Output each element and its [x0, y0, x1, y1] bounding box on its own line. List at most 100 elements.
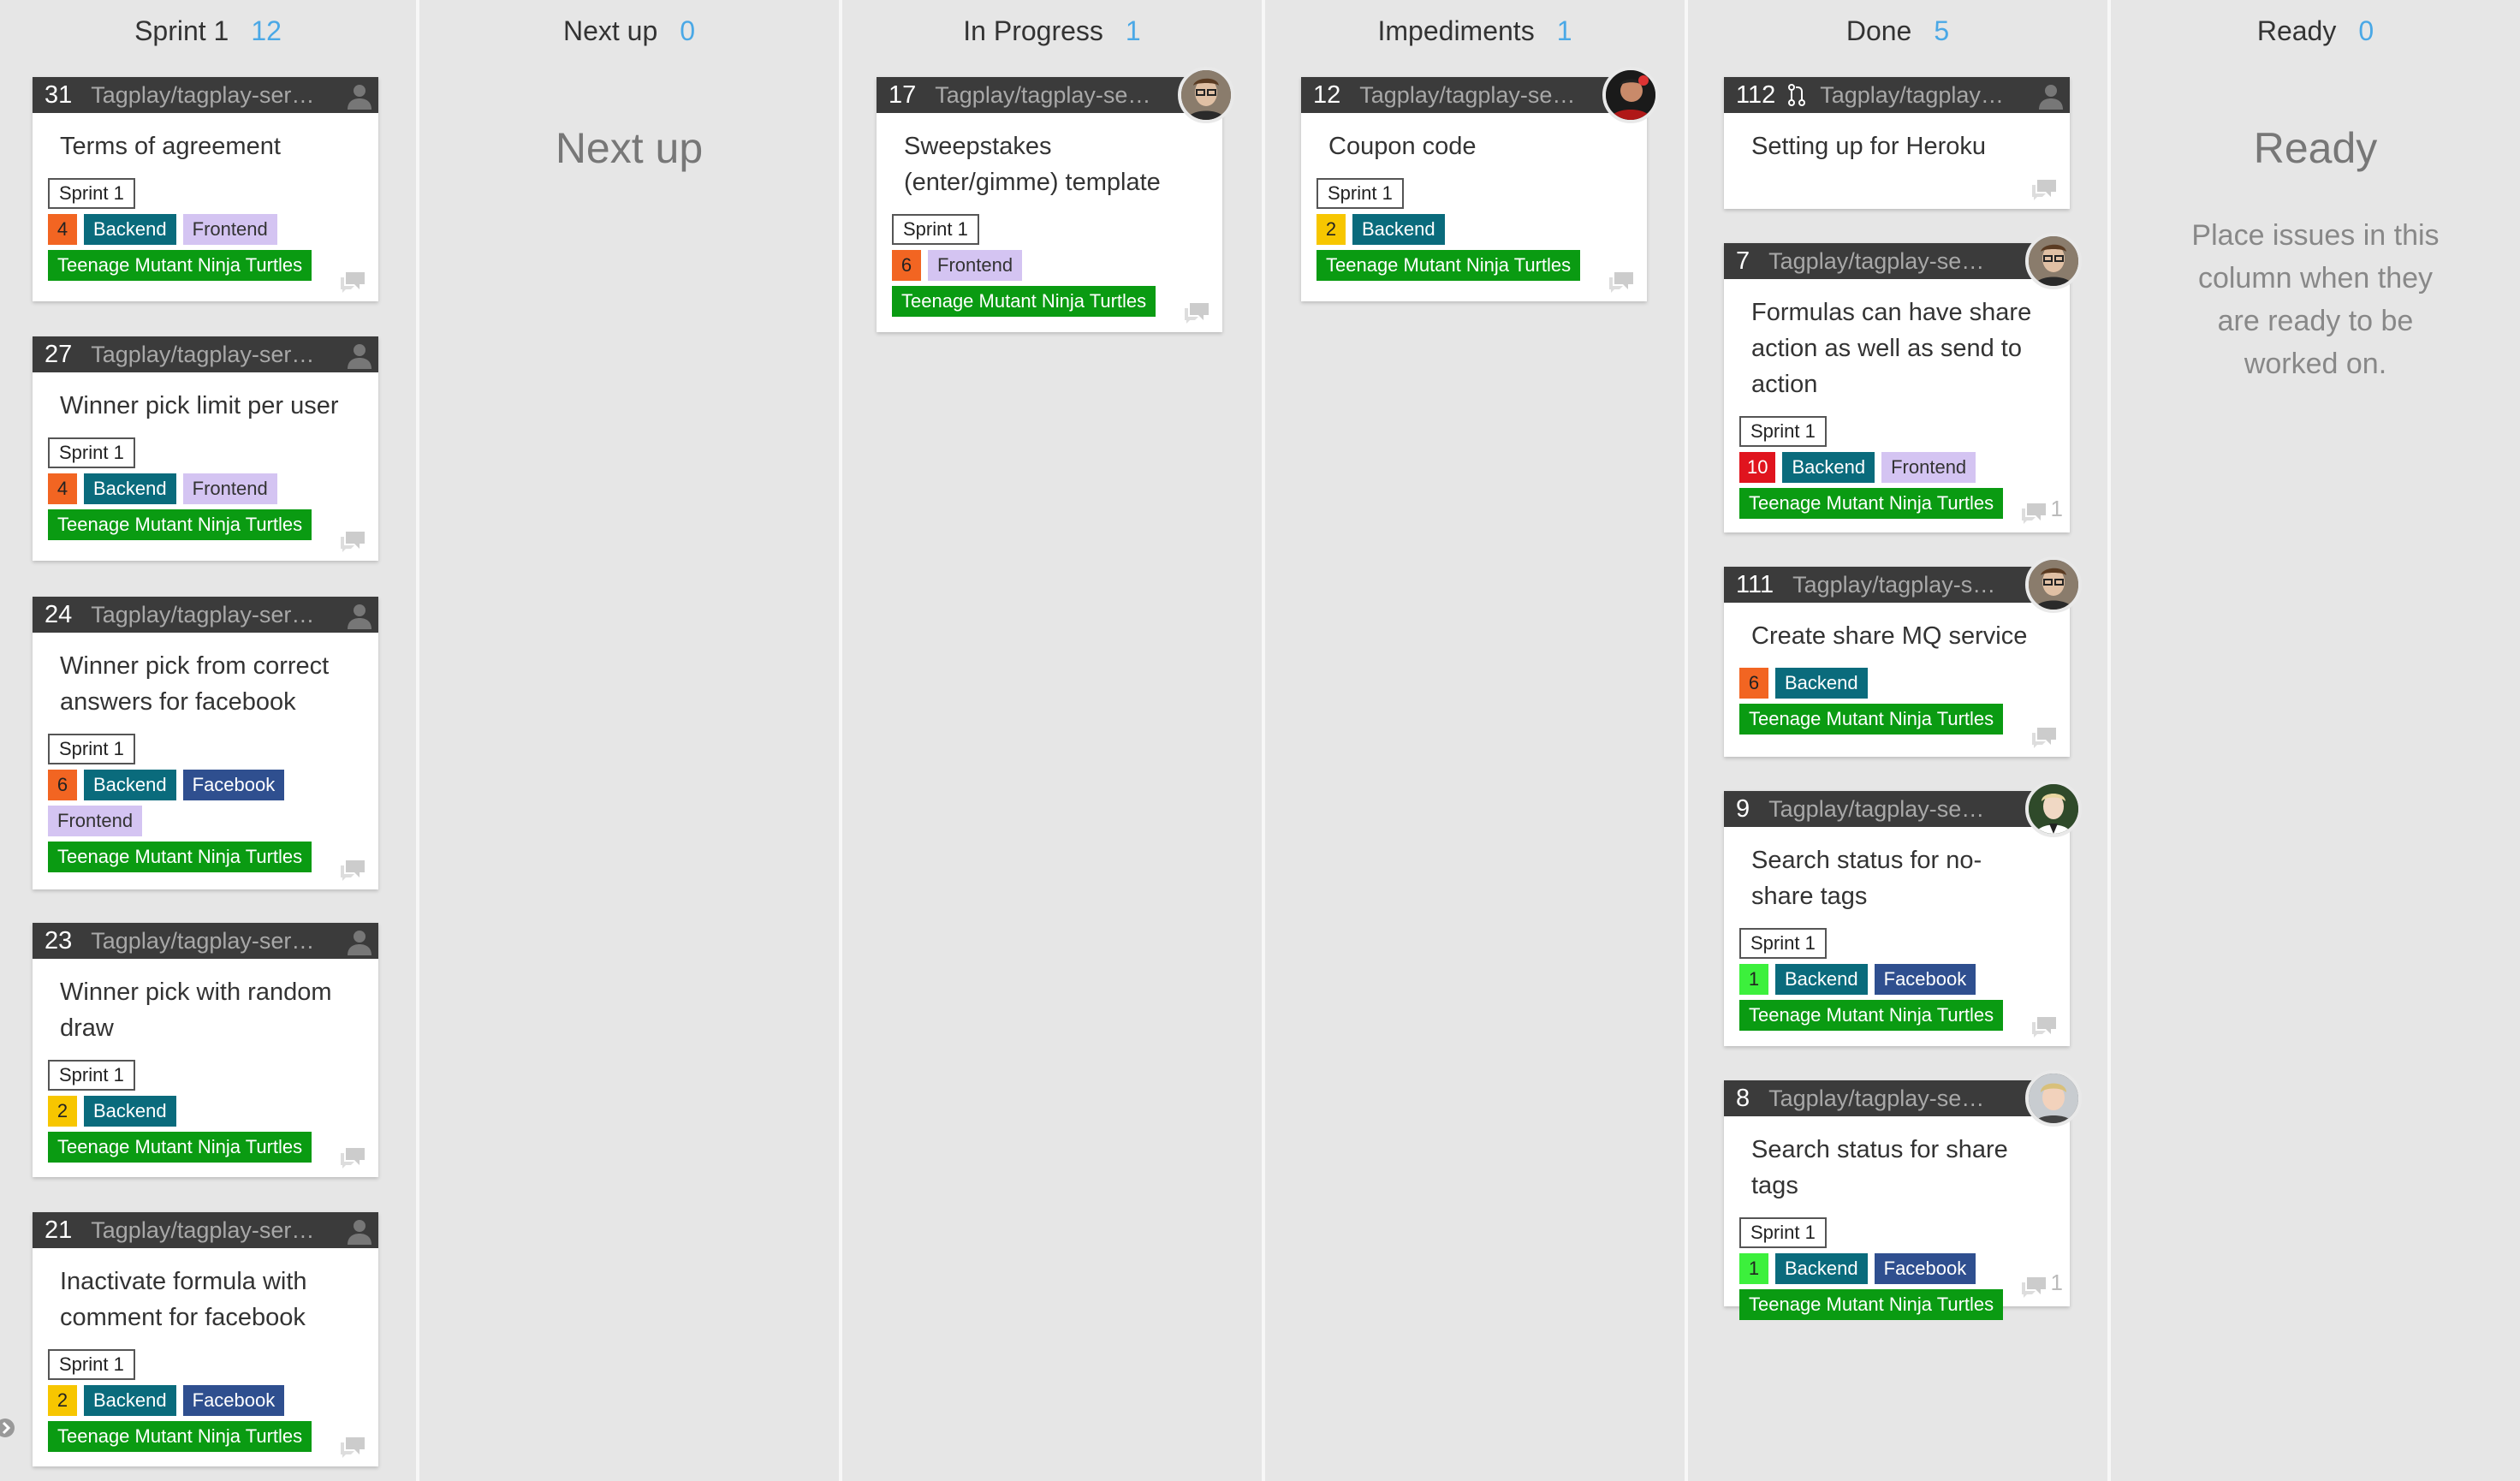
milestone-label[interactable]: Teenage Mutant Ninja Turtles — [48, 1132, 312, 1163]
milestone-label[interactable]: Teenage Mutant Ninja Turtles — [1739, 488, 2004, 519]
issue-card[interactable]: 7 Tagplay/tagplay-service Formulas can h… — [1724, 233, 2082, 532]
issue-number[interactable]: 12 — [1313, 81, 1340, 110]
assignee-avatar[interactable] — [2025, 233, 2082, 289]
backend-label[interactable]: Backend — [84, 1096, 176, 1127]
comments-icon[interactable] — [1608, 271, 1635, 293]
issue-number[interactable]: 7 — [1736, 247, 1750, 276]
chevron-right-icon[interactable] — [0, 1418, 15, 1438]
comments-icon[interactable] — [1183, 301, 1210, 324]
milestone-label[interactable]: Teenage Mutant Ninja Turtles — [1316, 250, 1581, 281]
issue-number[interactable]: 9 — [1736, 795, 1750, 824]
estimate-label[interactable]: 4 — [48, 473, 77, 504]
sprint-label[interactable]: Sprint 1 — [1739, 416, 1827, 447]
facebook-label[interactable]: Facebook — [182, 770, 285, 800]
issue-title[interactable]: Sweepstakes (enter/gimme) template — [904, 128, 1186, 200]
milestone-label[interactable]: Teenage Mutant Ninja Turtles — [892, 286, 1156, 317]
estimate-label[interactable]: 1 — [1739, 1253, 1768, 1284]
issue-number[interactable]: 24 — [45, 601, 72, 629]
issue-card[interactable]: 27 Tagplay/tagplay-service Winner pick l… — [33, 336, 378, 561]
facebook-label[interactable]: Facebook — [1874, 964, 1976, 995]
unassigned-user-icon[interactable] — [346, 928, 373, 955]
repo-name[interactable]: Tagplay/tagplay-service — [1359, 82, 1582, 109]
issue-title[interactable]: Search status for share tags — [1751, 1132, 2054, 1204]
issue-number[interactable]: 27 — [45, 341, 72, 369]
repo-name[interactable]: Tagplay/tagplay-service — [91, 928, 322, 955]
issue-card[interactable]: 8 Tagplay/tagplay-service Search status … — [1724, 1070, 2082, 1320]
frontend-label[interactable]: Frontend — [48, 806, 143, 836]
unassigned-user-icon[interactable] — [346, 342, 373, 369]
issue-card[interactable]: 12 Tagplay/tagplay-service Coupon code S… — [1301, 67, 1659, 301]
issue-number[interactable]: 31 — [45, 81, 72, 110]
estimate-label[interactable]: 2 — [48, 1385, 77, 1416]
backend-label[interactable]: Backend — [84, 1385, 176, 1416]
comments-icon[interactable] — [339, 1146, 366, 1169]
estimate-label[interactable]: 1 — [1739, 964, 1768, 995]
issue-number[interactable]: 23 — [45, 927, 72, 955]
sprint-label[interactable]: Sprint 1 — [48, 178, 135, 209]
issue-card[interactable]: 17 Tagplay/tagplay-service Sweepstakes (… — [877, 67, 1234, 332]
repo-name[interactable]: Tagplay/tagplay-service — [91, 342, 322, 368]
sprint-label[interactable]: Sprint 1 — [1316, 178, 1404, 209]
frontend-label[interactable]: Frontend — [182, 473, 277, 504]
assignee-avatar[interactable] — [2025, 1070, 2082, 1127]
comments-icon[interactable] — [339, 1436, 366, 1458]
repo-name[interactable]: Tagplay/tagplay-service — [91, 82, 322, 109]
comments-icon[interactable] — [339, 271, 366, 293]
milestone-label[interactable]: Teenage Mutant Ninja Turtles — [1739, 1000, 2004, 1031]
issue-card[interactable]: 31 Tagplay/tagplay-service Terms of agre… — [33, 77, 378, 301]
comments-icon[interactable] — [2030, 726, 2058, 748]
backend-label[interactable]: Backend — [1775, 1253, 1868, 1284]
comments-icon[interactable] — [339, 859, 366, 881]
issue-card[interactable]: 23 Tagplay/tagplay-service Winner pick w… — [33, 923, 378, 1177]
assignee-avatar[interactable] — [2025, 556, 2082, 613]
issue-number[interactable]: 112 — [1736, 81, 1775, 110]
sprint-label[interactable]: Sprint 1 — [48, 437, 135, 468]
backend-label[interactable]: Backend — [84, 770, 176, 800]
sprint-label[interactable]: Sprint 1 — [48, 1349, 135, 1380]
unassigned-user-icon[interactable] — [346, 82, 373, 110]
issue-title[interactable]: Terms of agreement — [60, 128, 363, 164]
milestone-label[interactable]: Teenage Mutant Ninja Turtles — [1739, 1289, 2004, 1320]
milestone-label[interactable]: Teenage Mutant Ninja Turtles — [1739, 704, 2004, 735]
issue-card[interactable]: 9 Tagplay/tagplay-service Search status … — [1724, 781, 2082, 1046]
repo-name[interactable]: Tagplay/tagplay-service — [935, 82, 1157, 109]
repo-name[interactable]: Tagplay/tagplay-service — [91, 602, 322, 628]
issue-card[interactable]: 24 Tagplay/tagplay-service Winner pick f… — [33, 597, 378, 889]
estimate-label[interactable]: 6 — [48, 770, 77, 800]
sprint-label[interactable]: Sprint 1 — [1739, 928, 1827, 959]
issue-number[interactable]: 17 — [889, 81, 916, 110]
issue-title[interactable]: Inactivate formula with comment for face… — [60, 1264, 363, 1335]
sprint-label[interactable]: Sprint 1 — [48, 1060, 135, 1091]
issue-title[interactable]: Setting up for Heroku — [1751, 128, 2054, 164]
issue-number[interactable]: 111 — [1736, 571, 1774, 599]
issue-card[interactable]: 112 Tagplay/tagplay-service Setting up f… — [1724, 77, 2070, 209]
estimate-label[interactable]: 10 — [1739, 452, 1776, 483]
unassigned-user-icon[interactable] — [346, 602, 373, 629]
issue-title[interactable]: Winner pick limit per user — [60, 388, 363, 424]
backend-label[interactable]: Backend — [84, 214, 176, 245]
issue-card[interactable]: 111 Tagplay/tagplay-service Create share… — [1724, 556, 2082, 757]
issue-title[interactable]: Search status for no-share tags — [1751, 842, 2042, 914]
repo-name[interactable]: Tagplay/tagplay-service — [1768, 796, 1991, 823]
estimate-label[interactable]: 6 — [892, 250, 921, 281]
frontend-label[interactable]: Frontend — [928, 250, 1023, 281]
issue-title[interactable]: Coupon code — [1328, 128, 1631, 164]
assignee-avatar[interactable] — [1602, 67, 1659, 123]
repo-name[interactable]: Tagplay/tagplay-service — [1768, 1085, 1991, 1112]
issue-number[interactable]: 8 — [1736, 1085, 1750, 1113]
comments-icon[interactable] — [2020, 502, 2048, 524]
milestone-label[interactable]: Teenage Mutant Ninja Turtles — [48, 509, 312, 540]
issue-title[interactable]: Create share MQ service — [1751, 618, 2054, 654]
unassigned-user-icon[interactable] — [346, 1217, 373, 1245]
sprint-label[interactable]: Sprint 1 — [892, 214, 979, 245]
issue-title[interactable]: Winner pick from correct answers for fac… — [60, 648, 363, 720]
issue-number[interactable]: 21 — [45, 1216, 72, 1245]
backend-label[interactable]: Backend — [1775, 668, 1868, 699]
estimate-label[interactable]: 4 — [48, 214, 77, 245]
repo-name[interactable]: Tagplay/tagplay-service — [1768, 248, 1991, 275]
backend-label[interactable]: Backend — [1775, 964, 1868, 995]
sprint-label[interactable]: Sprint 1 — [48, 734, 135, 764]
facebook-label[interactable]: Facebook — [182, 1385, 285, 1416]
issue-title[interactable]: Winner pick with random draw — [60, 974, 351, 1046]
estimate-label[interactable]: 2 — [1316, 214, 1346, 245]
